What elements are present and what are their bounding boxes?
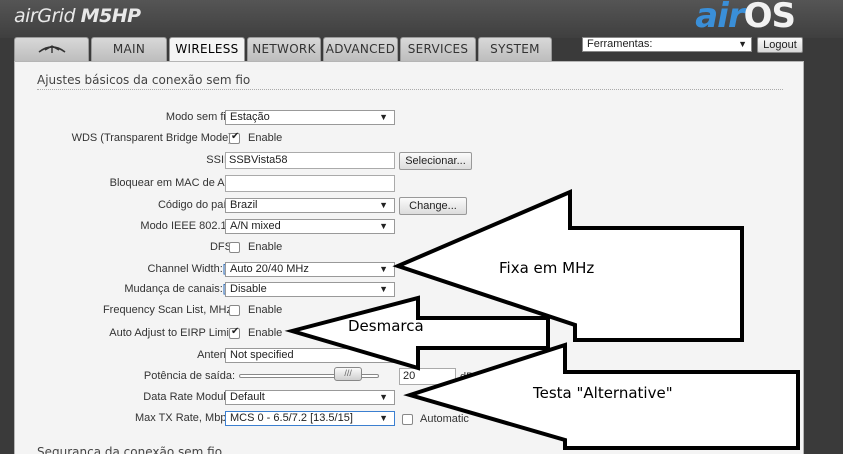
eirp-checkbox[interactable]	[229, 326, 240, 339]
row-output-power: Potência de saída:	[15, 370, 235, 386]
annotation-channel-width: Fixa em MHz	[499, 259, 595, 277]
freq-scan-checkbox[interactable]	[229, 305, 240, 316]
eirp-checkbox-label: Enable	[248, 327, 283, 339]
max-tx-select[interactable]: MCS 0 - 6.5/7.2 [13.5/15] ▼	[225, 411, 395, 426]
chevron-down-icon: ▼	[379, 413, 388, 423]
antenna-select[interactable]: Not specified ▼	[225, 348, 395, 363]
row-country: Código do país:	[15, 199, 235, 215]
logout-button[interactable]: Logout	[757, 37, 803, 53]
row-freq-scan: Frequency Scan List, MHz:	[15, 304, 235, 320]
output-power-input[interactable]: 20	[399, 368, 456, 385]
chevron-down-icon: ▼	[379, 350, 388, 360]
output-power-unit: dBm	[460, 371, 483, 383]
row-data-rate: Data Rate Module:	[15, 391, 235, 407]
tab-services[interactable]: SERVICES	[400, 37, 476, 61]
tools-dropdown-value: Ferramentas:	[587, 38, 653, 50]
dfs-checkbox-label: Enable	[248, 241, 283, 253]
channel-shift-select[interactable]: Disable ▼	[225, 282, 395, 297]
tools-dropdown[interactable]: Ferramentas: ▼	[582, 37, 752, 52]
tab-advanced[interactable]: ADVANCED	[323, 37, 398, 61]
brand-prefix: air	[14, 5, 38, 27]
row-wireless-mode: Modo sem fio:	[15, 111, 235, 127]
ubiquiti-logo-icon	[38, 45, 65, 53]
row-dfs: DFS:	[15, 241, 235, 257]
wireless-settings-panel: Ajustes básicos da conexão sem fio Modo …	[14, 61, 804, 454]
antenna-value: Not specified	[230, 349, 294, 361]
wds-label: WDS (Transparent Bridge Mode):	[71, 132, 235, 144]
data-rate-value: Default	[230, 391, 265, 403]
wireless-mode-select[interactable]: Estação ▼	[225, 110, 395, 125]
ieee-mode-select[interactable]: A/N mixed ▼	[225, 219, 395, 234]
country-select[interactable]: Brazil ▼	[225, 198, 395, 213]
data-rate-label: Data Rate Module:	[143, 391, 235, 403]
channel-width-label: Channel Width:[?]	[148, 263, 235, 275]
max-tx-automatic-label: Automatic	[420, 413, 469, 425]
row-lock-ap-mac: Bloquear em MAC de AP:	[15, 177, 235, 193]
top-bar: airGrid M5HP airOS	[0, 0, 843, 38]
channel-shift-value: Disable	[230, 283, 267, 295]
brand-main: Grid	[37, 5, 76, 27]
row-max-tx: Max TX Rate, Mbps:	[15, 412, 235, 428]
ieee-mode-value: A/N mixed	[230, 220, 281, 232]
brand-model: M5HP	[80, 5, 141, 27]
row-eirp: Auto Adjust to EIRP Limit:	[15, 327, 235, 343]
select-ssid-button[interactable]: Selecionar...	[399, 152, 472, 170]
eirp-label: Auto Adjust to EIRP Limit:	[109, 327, 235, 339]
dfs-checkbox[interactable]	[229, 242, 240, 253]
chevron-down-icon: ▼	[738, 39, 747, 49]
ssid-input[interactable]: SSBVista58	[225, 152, 395, 169]
row-channel-width: Channel Width:[?]	[15, 263, 235, 279]
channel-shift-label: Mudança de canais:[?]	[124, 283, 235, 295]
row-antenna: Antena:	[15, 349, 235, 365]
max-tx-automatic-checkbox[interactable]	[402, 414, 413, 425]
chevron-down-icon: ▼	[379, 221, 388, 231]
change-country-button[interactable]: Change...	[399, 197, 467, 215]
section-title-basic: Ajustes básicos da conexão sem fio	[37, 73, 251, 87]
airos-os: OS	[743, 0, 796, 36]
channel-shift-label-text: Mudança de canais:	[124, 283, 223, 295]
chevron-down-icon: ▼	[379, 200, 388, 210]
wds-checkbox-label: Enable	[248, 132, 283, 144]
tab-ubiquiti-logo[interactable]	[14, 37, 89, 61]
chevron-down-icon: ▼	[379, 284, 388, 294]
tab-network[interactable]: NETWORK	[247, 37, 321, 61]
data-rate-select[interactable]: Default ▼	[225, 390, 395, 405]
max-tx-label: Max TX Rate, Mbps:	[134, 412, 235, 424]
annotation-eirp: Desmarca	[348, 317, 424, 335]
chevron-down-icon: ▼	[379, 392, 388, 402]
section-title-security: Segurança da conexão sem fio	[37, 445, 223, 454]
chevron-down-icon: ▼	[379, 112, 388, 122]
country-value: Brazil	[230, 199, 258, 211]
country-label: Código do país:	[157, 199, 235, 211]
annotation-data-rate: Testa "Alternative"	[533, 384, 673, 402]
row-ssid: SSID:	[15, 154, 235, 170]
lock-ap-mac-label: Bloquear em MAC de AP:	[109, 177, 235, 189]
tab-system[interactable]: SYSTEM	[478, 37, 552, 61]
section-divider	[37, 89, 783, 90]
row-channel-shift: Mudança de canais:[?]	[15, 283, 235, 299]
row-wds: WDS (Transparent Bridge Mode):	[15, 132, 235, 148]
chevron-down-icon: ▼	[379, 264, 388, 274]
output-power-slider-handle[interactable]: ///	[334, 367, 363, 381]
channel-width-value: Auto 20/40 MHz	[230, 263, 309, 275]
channel-width-select[interactable]: Auto 20/40 MHz ▼	[225, 262, 395, 277]
airos-air: air	[695, 0, 744, 36]
wireless-mode-value: Estação	[230, 111, 270, 123]
lock-ap-mac-input[interactable]	[225, 175, 395, 192]
freq-scan-checkbox-label: Enable	[248, 304, 283, 316]
channel-width-label-text: Channel Width:	[147, 263, 223, 275]
airgrid-logo: airGrid M5HP	[14, 5, 141, 27]
tab-wireless[interactable]: WIRELESS	[169, 37, 245, 62]
airos-logo: airOS	[695, 0, 796, 36]
row-ieee-mode: Modo IEEE 802.11:	[15, 220, 235, 236]
ieee-mode-label: Modo IEEE 802.11:	[140, 220, 235, 232]
tab-main[interactable]: MAIN	[91, 37, 167, 61]
max-tx-value: MCS 0 - 6.5/7.2 [13.5/15]	[230, 412, 353, 424]
output-power-label: Potência de saída:	[143, 370, 235, 382]
freq-scan-label: Frequency Scan List, MHz:	[102, 304, 235, 316]
wds-checkbox[interactable]	[229, 131, 240, 144]
